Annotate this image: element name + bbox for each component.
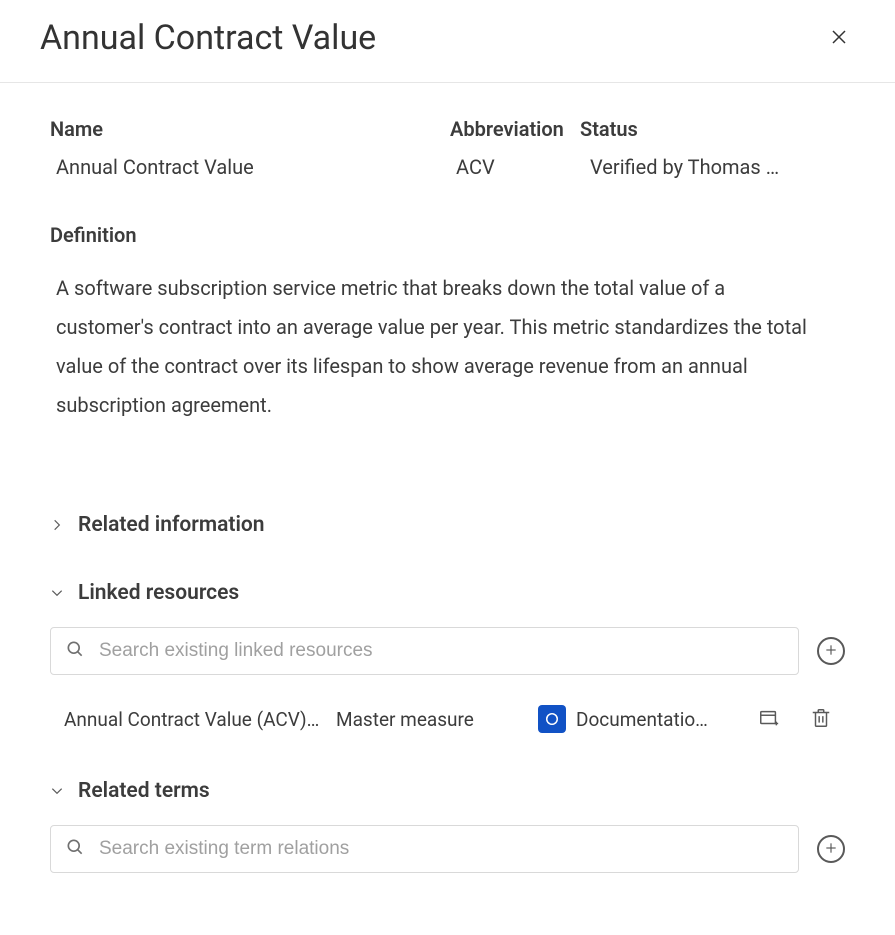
linked-resource-link-label: Documentatio… [576,708,708,731]
linked-resources-search-row [50,627,845,675]
field-grid: Name Abbreviation Status Annual Contract… [50,117,845,179]
delete-resource-button[interactable] [805,703,837,735]
panel-body[interactable]: Name Abbreviation Status Annual Contract… [0,83,895,935]
spacer [50,873,845,913]
close-icon [830,28,848,49]
panel-header: Annual Contract Value [0,0,895,83]
linked-resources-search-input[interactable] [97,639,784,663]
search-icon [65,639,85,663]
open-icon [758,707,780,732]
status-value: Verified by Thomas … [580,155,845,179]
plus-icon [824,643,838,660]
abbreviation-value: ACV [450,155,580,179]
linked-resources-title: Linked resources [78,581,239,605]
related-terms-header[interactable]: Related terms [50,779,845,803]
status-label: Status [580,117,845,141]
chevron-down-icon [50,784,64,798]
related-terms-search[interactable] [50,825,799,873]
linked-resource-link[interactable]: Documentatio… [538,705,741,733]
add-linked-resource-button[interactable] [817,637,845,665]
open-resource-button[interactable] [753,703,785,735]
name-value: Annual Contract Value [50,155,450,179]
name-label: Name [50,117,450,141]
related-terms-title: Related terms [78,779,210,803]
related-information-header[interactable]: Related information [50,513,845,537]
close-button[interactable] [823,22,855,54]
related-terms-search-input[interactable] [97,837,784,861]
search-icon [65,837,85,861]
app-badge-icon [538,705,566,733]
related-information-title: Related information [78,513,265,537]
chevron-down-icon [50,586,64,600]
linked-resource-row: Annual Contract Value (ACV) … Master mea… [50,703,845,735]
linked-resource-name: Annual Contract Value (ACV) … [64,708,324,731]
linked-resource-type: Master measure [336,708,526,731]
linked-resources-header[interactable]: Linked resources [50,581,845,605]
trash-icon [810,707,832,732]
panel-title: Annual Contract Value [40,18,376,58]
definition-label: Definition [50,223,845,247]
related-terms-search-row [50,825,845,873]
plus-icon [824,841,838,858]
add-related-term-button[interactable] [817,835,845,863]
chevron-right-icon [50,518,64,532]
linked-resources-search[interactable] [50,627,799,675]
term-detail-panel: Annual Contract Value Name Abbreviation … [0,0,895,935]
abbreviation-label: Abbreviation [450,117,580,141]
definition-text: A software subscription service metric t… [50,269,810,425]
